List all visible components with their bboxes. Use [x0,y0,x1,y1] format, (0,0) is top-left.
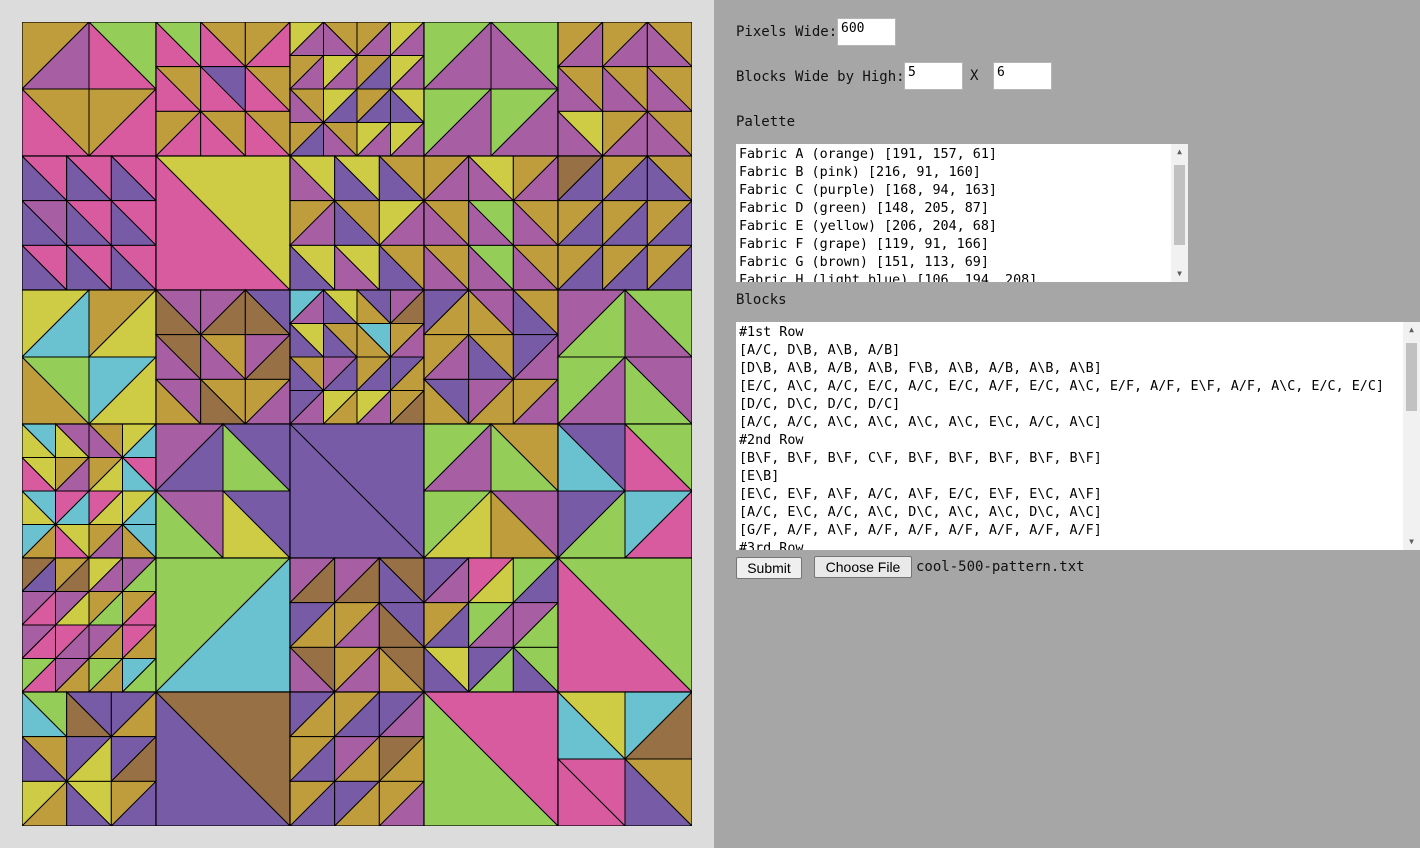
text-line: Fabric F (grape) [119, 91, 166] [739,237,989,252]
choose-file-button[interactable]: Choose File [814,556,912,578]
blocks-textarea[interactable]: #1st Row [A/C, D\B, A\B, A/B] [D\B, A\B, A… [736,322,1420,550]
text-line: [E/C, A\C, A/C, E/C, A/C, E/C, A/F, E/C,… [739,379,1384,394]
text-line: [B\F, B\F, B\F, C\F, B\F, B\F, B\F, B\F,… [739,451,1102,466]
scroll-down-icon[interactable]: ▼ [1171,266,1188,282]
text-line: Fabric G (brown) [151, 113, 69] [739,255,989,270]
quilt-preview-pane [0,0,714,848]
text-line: [G/F, A/F, A\F, A/F, A/F, A/F, A/F, A/F,… [739,523,1102,538]
selected-file-name: cool-500-pattern.txt [916,559,1085,575]
submit-button[interactable]: Submit [736,557,802,579]
blocks-high-input[interactable]: 6 [993,62,1052,90]
palette-text: Fabric A (orange) [191, 157, 61] Fabric B… [736,144,1040,282]
text-line: [D\B, A\B, A/B, A\B, F\B, A\B, A/B, A\B,… [739,361,1102,376]
text-line: Fabric A (orange) [191, 157, 61] [739,147,997,162]
palette-scrollbar[interactable]: ▲ ▼ [1171,144,1188,282]
palette-label: Palette [736,114,796,130]
pixels-wide-label: Pixels Wide: [736,24,838,40]
text-line: #3rd Row [739,541,804,550]
text-line: [A/C, D\B, A\B, A/B] [739,343,901,358]
text-line: [E\B] [739,469,780,484]
palette-textarea[interactable]: Fabric A (orange) [191, 157, 61] Fabric B… [736,144,1188,282]
blocks-scroll-thumb[interactable] [1406,343,1417,411]
text-line: [A/C, A/C, A\C, A\C, A\C, A\C, E\C, A/C,… [739,415,1102,430]
quilt-pattern-canvas [22,22,692,826]
pixels-wide-input[interactable]: 600 [837,18,896,46]
text-line: [D/C, D\C, D/C, D/C] [739,397,901,412]
text-line: [E\C, E\F, A\F, A/C, A\F, E/C, E\F, E\C,… [739,487,1102,502]
text-line: #1st Row [739,325,804,340]
text-line: #2nd Row [739,433,804,448]
text-line: [A/C, E\C, A/C, A\C, D\C, A\C, A\C, D\C,… [739,505,1102,520]
scroll-down-icon[interactable]: ▼ [1403,534,1420,550]
text-line: Fabric E (yellow) [206, 204, 68] [739,219,997,234]
blocks-scrollbar[interactable]: ▲ ▼ [1403,322,1420,550]
blocks-size-label: Blocks Wide by High: [736,69,905,85]
blocks-label: Blocks [736,292,787,308]
text-line: Fabric B (pink) [216, 91, 160] [739,165,981,180]
text-line: Fabric D (green) [148, 205, 87] [739,201,989,216]
blocks-text: #1st Row [A/C, D\B, A\B, A/B] [D\B, A\B, A… [736,322,1387,550]
text-line: Fabric H (light blue) [106, 194, 208] [739,273,1038,282]
text-line: Fabric C (purple) [168, 94, 163] [739,183,997,198]
blocks-x-separator: X [970,68,979,84]
palette-scroll-thumb[interactable] [1174,165,1185,245]
scroll-up-icon[interactable]: ▲ [1403,322,1420,338]
control-panel: Pixels Wide: 600 Blocks Wide by High: 5 … [714,0,1420,848]
scroll-up-icon[interactable]: ▲ [1171,144,1188,160]
blocks-wide-input[interactable]: 5 [904,62,963,90]
